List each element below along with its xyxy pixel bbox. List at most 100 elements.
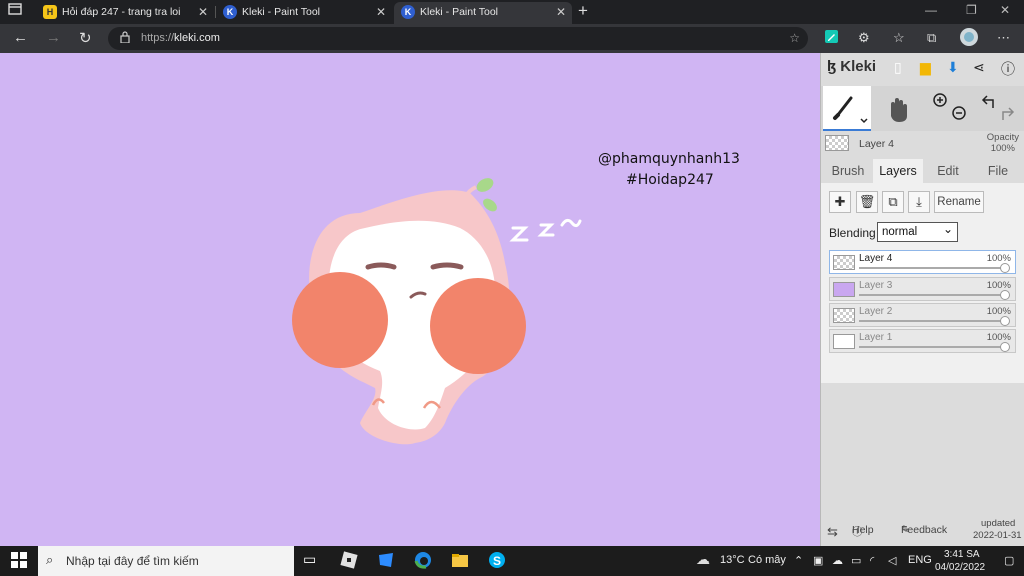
back-icon[interactable]: ← <box>13 29 28 46</box>
weather-cloud-icon: ☁ <box>696 551 710 567</box>
tool-row <box>821 86 1024 131</box>
help-label: Help <box>852 524 874 536</box>
url-prefix: https:// <box>141 32 175 44</box>
extension-pen-icon[interactable] <box>824 29 839 47</box>
kleki-favicon-icon: K <box>223 5 237 19</box>
layer-row-4[interactable]: Layer 4 100% <box>829 250 1016 274</box>
edge-icon[interactable] <box>414 551 434 571</box>
close-tab-icon[interactable]: ✕ <box>198 2 208 22</box>
rename-button[interactable]: Rename <box>934 191 984 213</box>
notification-icon[interactable]: ▢ <box>1004 554 1014 567</box>
undo-redo-icon <box>981 95 1015 120</box>
skype-icon[interactable]: S <box>488 551 508 571</box>
device-icon[interactable]: ▣ <box>813 554 823 567</box>
download-icon[interactable]: ⬇ <box>947 59 959 76</box>
drawing-artwork <box>292 178 582 445</box>
volume-icon[interactable]: ◁ <box>888 554 896 567</box>
layer-name: Layer 2 <box>859 306 893 317</box>
tab-brush[interactable]: Brush <box>823 159 873 183</box>
roblox-icon[interactable] <box>340 551 360 571</box>
close-window-icon[interactable]: ✕ <box>1000 3 1010 17</box>
layer-row-3[interactable]: Layer 3 100% <box>829 277 1016 301</box>
undo-redo-tools[interactable] <box>979 86 1019 131</box>
duplicate-layer-button[interactable]: ⧉ <box>882 191 904 213</box>
task-view-icon[interactable]: ▭ <box>303 551 323 571</box>
weather-desc[interactable]: Có mây <box>748 554 786 566</box>
tab-hoidap[interactable]: H Hỏi đáp 247 - trang tra loi ✕ <box>36 2 214 24</box>
merge-layer-button[interactable]: ⤓ <box>908 191 930 213</box>
tab-kleki-1[interactable]: K Kleki - Paint Tool ✕ <box>216 2 392 24</box>
forward-icon[interactable]: → <box>46 29 61 46</box>
blending-select[interactable]: normal <box>877 220 958 242</box>
zoom-tools[interactable] <box>929 86 969 131</box>
show-hidden-icons[interactable]: ⌃ <box>794 554 803 567</box>
collections-icon[interactable]: ⧉ <box>927 30 936 46</box>
wifi-icon[interactable]: ◜ <box>870 554 874 567</box>
taskbar-search[interactable]: ⌕ Nhập tại đây để tìm kiếm <box>38 546 294 576</box>
favorite-star-icon[interactable]: ☆ <box>789 31 800 45</box>
favorites-icon[interactable]: ☆ <box>893 30 905 46</box>
battery-icon[interactable]: ▭ <box>851 554 861 567</box>
extensions-puzzle-icon[interactable]: ⚙ <box>858 30 870 46</box>
layer-name: Layer 1 <box>859 332 893 343</box>
language-indicator[interactable]: ENG <box>908 554 932 566</box>
sprout-leaf-left <box>476 178 494 192</box>
feedback-label: Feedback <box>901 524 948 536</box>
drawing-canvas[interactable]: @phamquynhanh13 #Hoidap247 <box>0 53 820 546</box>
trash-icon: 🗑 <box>858 194 876 209</box>
tab-edit[interactable]: Edit <box>923 159 973 183</box>
help-circle-icon[interactable]: ⓘ <box>1001 59 1015 79</box>
weather-temp[interactable]: 13°C <box>720 554 745 566</box>
hand-tool[interactable] <box>883 86 913 131</box>
layer-opacity-knob[interactable] <box>1000 316 1010 326</box>
blending-label: Blending <box>829 226 876 240</box>
layer-opacity-slider[interactable] <box>859 320 1009 322</box>
settings-more-icon[interactable]: ⋯ <box>997 30 1010 46</box>
minimize-icon[interactable]: — <box>925 3 937 17</box>
restore-icon[interactable]: ❐ <box>966 3 977 17</box>
panel-footer: ⇆ ⓘ Help ✎ Feedback updated 2022-01-31 <box>821 518 1024 546</box>
swap-arrows-icon[interactable]: ⇆ <box>827 524 838 540</box>
layer-opacity-knob[interactable] <box>1000 263 1010 273</box>
add-layer-button[interactable]: ✚ <box>829 191 851 213</box>
tab-layers[interactable]: Layers <box>873 159 923 183</box>
layer-opacity: 100% <box>986 306 1011 317</box>
clock-date[interactable]: 04/02/2022 <box>935 562 985 573</box>
windows-start-icon[interactable] <box>10 551 30 571</box>
teams-icon[interactable] <box>377 551 397 571</box>
refresh-icon[interactable]: ↻ <box>79 29 92 47</box>
layer-row-1[interactable]: Layer 1 100% <box>829 329 1016 353</box>
layer-opacity-knob[interactable] <box>1000 342 1010 352</box>
close-tab-icon[interactable]: ✕ <box>556 2 566 22</box>
panel-tabs: Brush Layers Edit File <box>821 159 1024 183</box>
layer-opacity-slider[interactable] <box>859 267 1009 269</box>
layer-thumbnail <box>833 308 855 323</box>
delete-layer-button[interactable]: 🗑 <box>856 191 878 213</box>
workspaces-icon[interactable] <box>8 3 28 21</box>
layer-opacity: 100% <box>986 332 1011 343</box>
cloud-sync-icon[interactable]: ☁ <box>832 554 843 567</box>
url-field[interactable]: https://kleki.com ☆ <box>108 27 808 50</box>
share-icon[interactable]: ⋖ <box>973 59 985 76</box>
url-text: https://kleki.com <box>141 32 220 44</box>
layer-opacity-slider[interactable] <box>859 346 1009 348</box>
layer-opacity-knob[interactable] <box>1000 290 1010 300</box>
layer-opacity-slider[interactable] <box>859 294 1009 296</box>
profile-avatar[interactable] <box>960 28 978 49</box>
tab-file[interactable]: File <box>973 159 1023 183</box>
new-image-icon[interactable]: ▯ <box>894 59 902 76</box>
right-eye <box>430 262 464 270</box>
new-tab-button[interactable]: + <box>578 1 588 21</box>
kleki-favicon-icon: K <box>401 5 415 19</box>
brush-tool[interactable] <box>823 86 871 131</box>
layer-row-2[interactable]: Layer 2 100% <box>829 303 1016 327</box>
layer-opacity: 100% <box>986 253 1011 264</box>
close-tab-icon[interactable]: ✕ <box>376 2 386 22</box>
open-folder-icon[interactable]: ▆ <box>920 59 931 76</box>
file-explorer-icon[interactable] <box>451 551 471 571</box>
plus-icon: ✚ <box>834 194 846 209</box>
tab-kleki-2[interactable]: K Kleki - Paint Tool ✕ <box>394 2 572 24</box>
brush-icon <box>833 96 868 124</box>
merge-down-icon: ⤓ <box>916 194 922 209</box>
clock-time[interactable]: 3:41 SA <box>944 549 980 560</box>
